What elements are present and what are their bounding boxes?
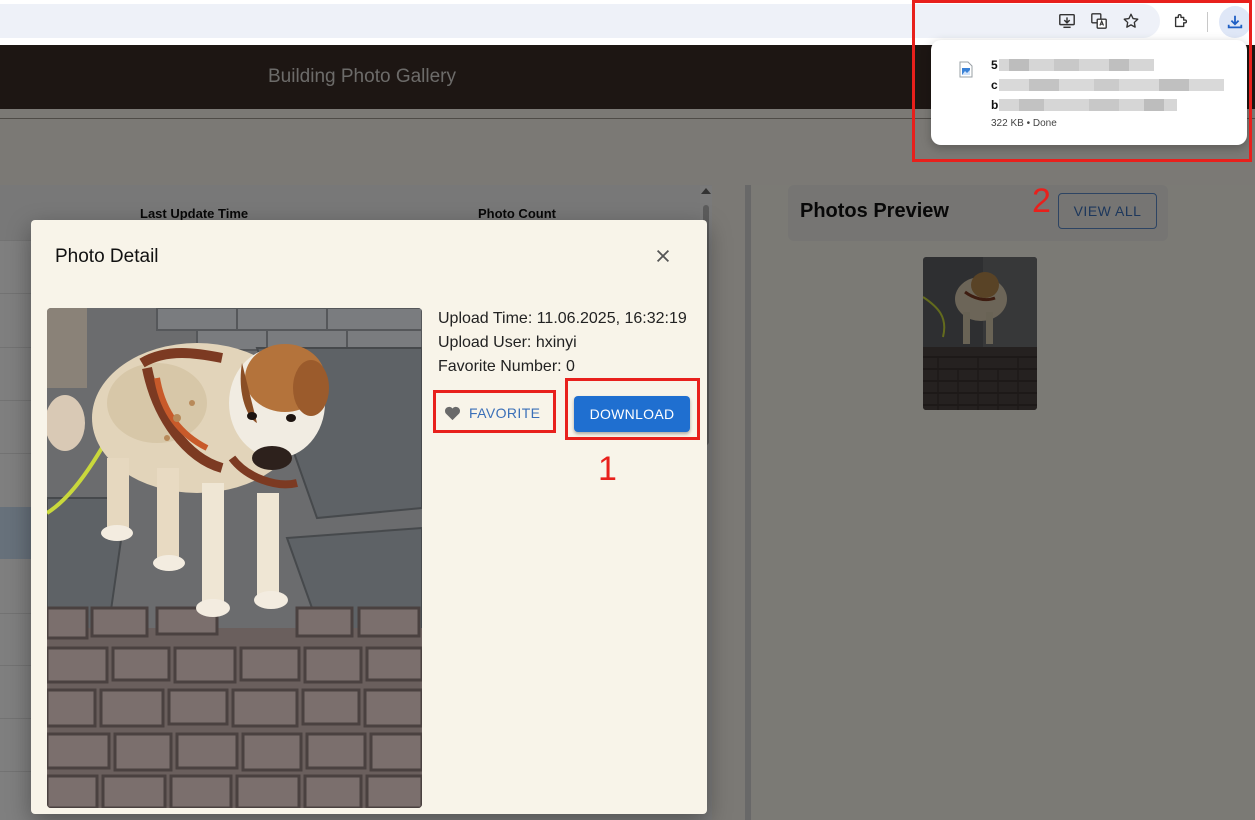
close-icon[interactable] <box>651 244 675 268</box>
annotation-label-1: 1 <box>598 450 617 488</box>
annotation-label-2: 2 <box>1032 182 1051 220</box>
annotation-box-download <box>565 378 700 440</box>
upload-user-text: Upload User: hxinyi <box>438 334 577 351</box>
photo-image <box>47 308 422 808</box>
annotation-box-downloads <box>912 0 1252 162</box>
upload-time-text: Upload Time: 11.06.2025, 16:32:19 <box>438 310 687 327</box>
annotation-box-favorite <box>433 390 556 433</box>
photo-detail-dialog: Photo Detail Upload Time: 11.06.2025, 16… <box>31 220 707 814</box>
favorite-number-text: Favorite Number: 0 <box>438 358 575 375</box>
dialog-title: Photo Detail <box>55 246 159 267</box>
